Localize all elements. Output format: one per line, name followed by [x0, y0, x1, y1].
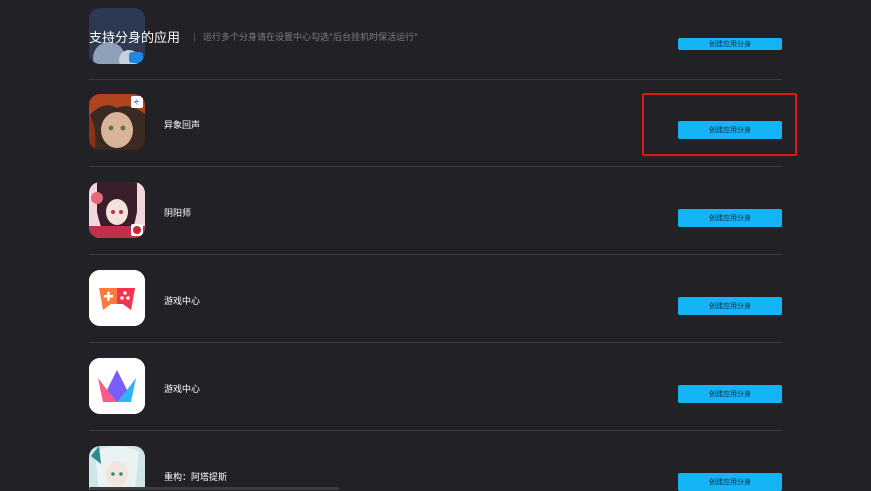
app-name: 游戏中心 — [164, 385, 201, 395]
app-name: 异象回声 — [164, 121, 201, 131]
app-name: 游戏中心 — [164, 297, 201, 307]
hint-text: 运行多个分身请在设置中心勾选"后台挂机时保活运行" — [203, 32, 419, 43]
section-title: 支持分身的应用 — [89, 30, 181, 46]
header-separator — [194, 32, 196, 42]
highlight-box — [642, 93, 797, 156]
app-row: 重构：阿塔提斯 创建应用分身 — [89, 430, 782, 491]
create-clone-button[interactable]: 创建应用分身 — [678, 38, 782, 50]
gamepad-icon[interactable] — [89, 270, 145, 326]
create-clone-button[interactable]: 创建应用分身 — [678, 297, 782, 315]
crown-icon[interactable] — [89, 358, 145, 414]
app-row: 阴阳师 创建应用分身 — [89, 166, 782, 254]
anime-character-icon[interactable] — [89, 446, 145, 490]
app-name: 阴阳师 — [164, 209, 192, 219]
section-header: 支持分身的应用 运行多个分身请在设置中心勾选"后台挂机时保活运行" — [89, 26, 418, 46]
app-list: 创建应用分身 异象回声 创建应用分身 阴阳师 创建应用分身 游戏中心 创建应用分… — [0, 0, 871, 491]
anime-girl-icon[interactable] — [89, 94, 145, 150]
app-name: 重构：阿塔提斯 — [164, 473, 228, 483]
create-clone-button[interactable]: 创建应用分身 — [678, 473, 782, 491]
create-clone-button[interactable]: 创建应用分身 — [678, 385, 782, 403]
app-row: 游戏中心 创建应用分身 — [89, 254, 782, 342]
onmyoji-icon[interactable] — [89, 182, 145, 238]
app-row: 游戏中心 创建应用分身 — [89, 342, 782, 430]
section-hint: 运行多个分身请在设置中心勾选"后台挂机时保活运行" — [194, 30, 418, 43]
create-clone-button[interactable]: 创建应用分身 — [678, 209, 782, 227]
